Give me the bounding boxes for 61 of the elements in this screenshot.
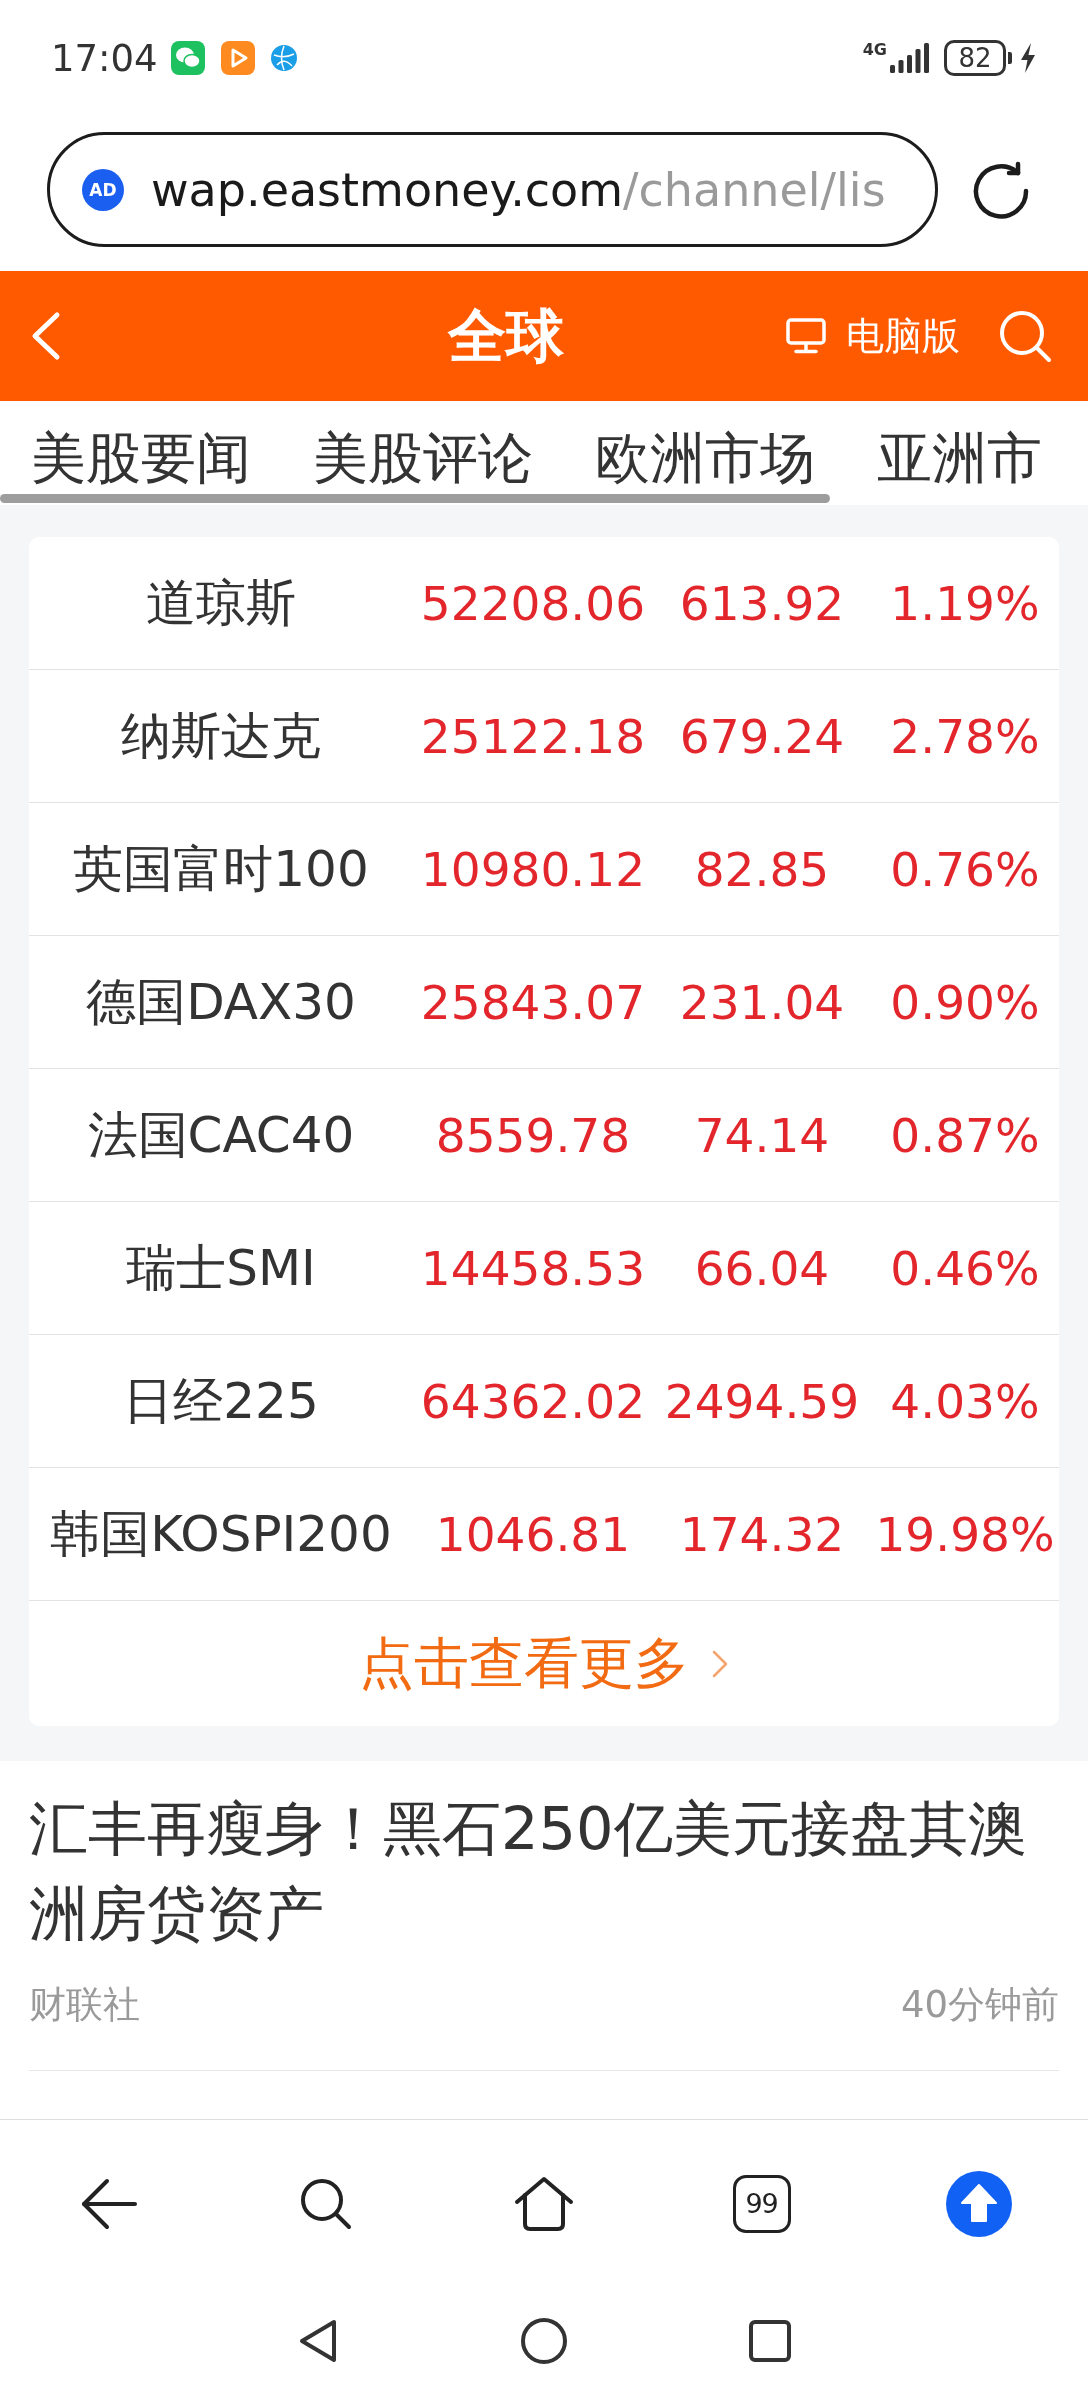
index-name: 德国DAX30 <box>86 971 356 1033</box>
home-icon[interactable] <box>513 2174 575 2233</box>
index-percent: 0.76% <box>890 841 1040 897</box>
index-change: 2494.59 <box>664 1373 860 1429</box>
index-change: 82.85 <box>694 841 830 897</box>
index-price: 10980.12 <box>420 841 646 897</box>
index-change: 679.24 <box>679 708 845 764</box>
wechat-icon <box>170 41 205 75</box>
index-name: 道琼斯 <box>146 572 296 634</box>
status-time: 17:04 <box>51 39 158 77</box>
index-name: 日经225 <box>123 1370 319 1432</box>
tab[interactable]: 欧洲市场 <box>595 427 815 489</box>
index-price: 8559.78 <box>435 1107 631 1163</box>
index-change: 613.92 <box>679 575 845 631</box>
news-source: 财联社 <box>29 1982 140 2028</box>
index-change: 231.04 <box>679 974 845 1030</box>
index-percent: 0.46% <box>890 1240 1040 1296</box>
network-type: 4G <box>862 42 887 58</box>
ad-block-button[interactable]: AD <box>82 168 124 211</box>
news-headline[interactable]: 汇丰再瘦身！黑石250亿美元接盘其澳洲房贷资产 <box>29 1786 1059 1956</box>
triangle-back-icon[interactable] <box>298 2318 338 2363</box>
index-name: 法国CAC40 <box>87 1104 355 1166</box>
tab[interactable]: 亚洲市 <box>877 427 1042 489</box>
signal-icon <box>890 43 930 73</box>
search-icon[interactable] <box>299 2176 354 2231</box>
index-name: 英国富时100 <box>73 838 369 900</box>
battery-indicator: 82 <box>944 40 1012 76</box>
charging-icon <box>1020 43 1036 73</box>
tab[interactable]: 美股评论 <box>313 427 533 489</box>
index-percent: 1.19% <box>890 575 1040 631</box>
globe-icon <box>270 45 297 71</box>
monitor-icon[interactable] <box>786 318 826 354</box>
index-price: 25843.07 <box>420 974 646 1030</box>
url-host: wap.eastmoney.com <box>151 162 624 217</box>
index-percent: 0.87% <box>890 1107 1040 1163</box>
square-recents-icon[interactable] <box>749 2319 791 2362</box>
index-name: 瑞士SMI <box>126 1237 316 1299</box>
reload-icon[interactable] <box>971 161 1031 221</box>
tab[interactable]: 美股要闻 <box>31 427 251 489</box>
news-time: 40分钟前 <box>900 1982 1059 2028</box>
url-path: /channel/lis <box>623 162 886 217</box>
index-percent: 0.90% <box>890 974 1040 1030</box>
index-name: 纳斯达克 <box>121 705 321 767</box>
back-icon[interactable] <box>31 311 61 361</box>
circle-home-icon[interactable] <box>521 2317 567 2364</box>
index-price: 25122.18 <box>420 708 646 764</box>
index-price: 1046.81 <box>435 1506 631 1562</box>
index-change: 74.14 <box>694 1107 830 1163</box>
video-app-icon <box>220 41 255 75</box>
index-percent: 19.98% <box>875 1506 1055 1562</box>
index-price: 64362.02 <box>420 1373 646 1429</box>
tabs-button[interactable]: 99 <box>732 2174 791 2233</box>
index-price: 52208.06 <box>420 575 646 631</box>
index-name: 韩国KOSPI200 <box>50 1503 392 1565</box>
page-title: 全球 <box>448 307 564 365</box>
index-price: 14458.53 <box>420 1240 646 1296</box>
index-percent: 4.03% <box>890 1373 1040 1429</box>
index-percent: 2.78% <box>890 708 1040 764</box>
index-change: 174.32 <box>679 1506 845 1562</box>
address-bar[interactable]: AD wap.eastmoney.com/channel/lis <box>47 132 938 247</box>
index-change: 66.04 <box>694 1240 830 1296</box>
